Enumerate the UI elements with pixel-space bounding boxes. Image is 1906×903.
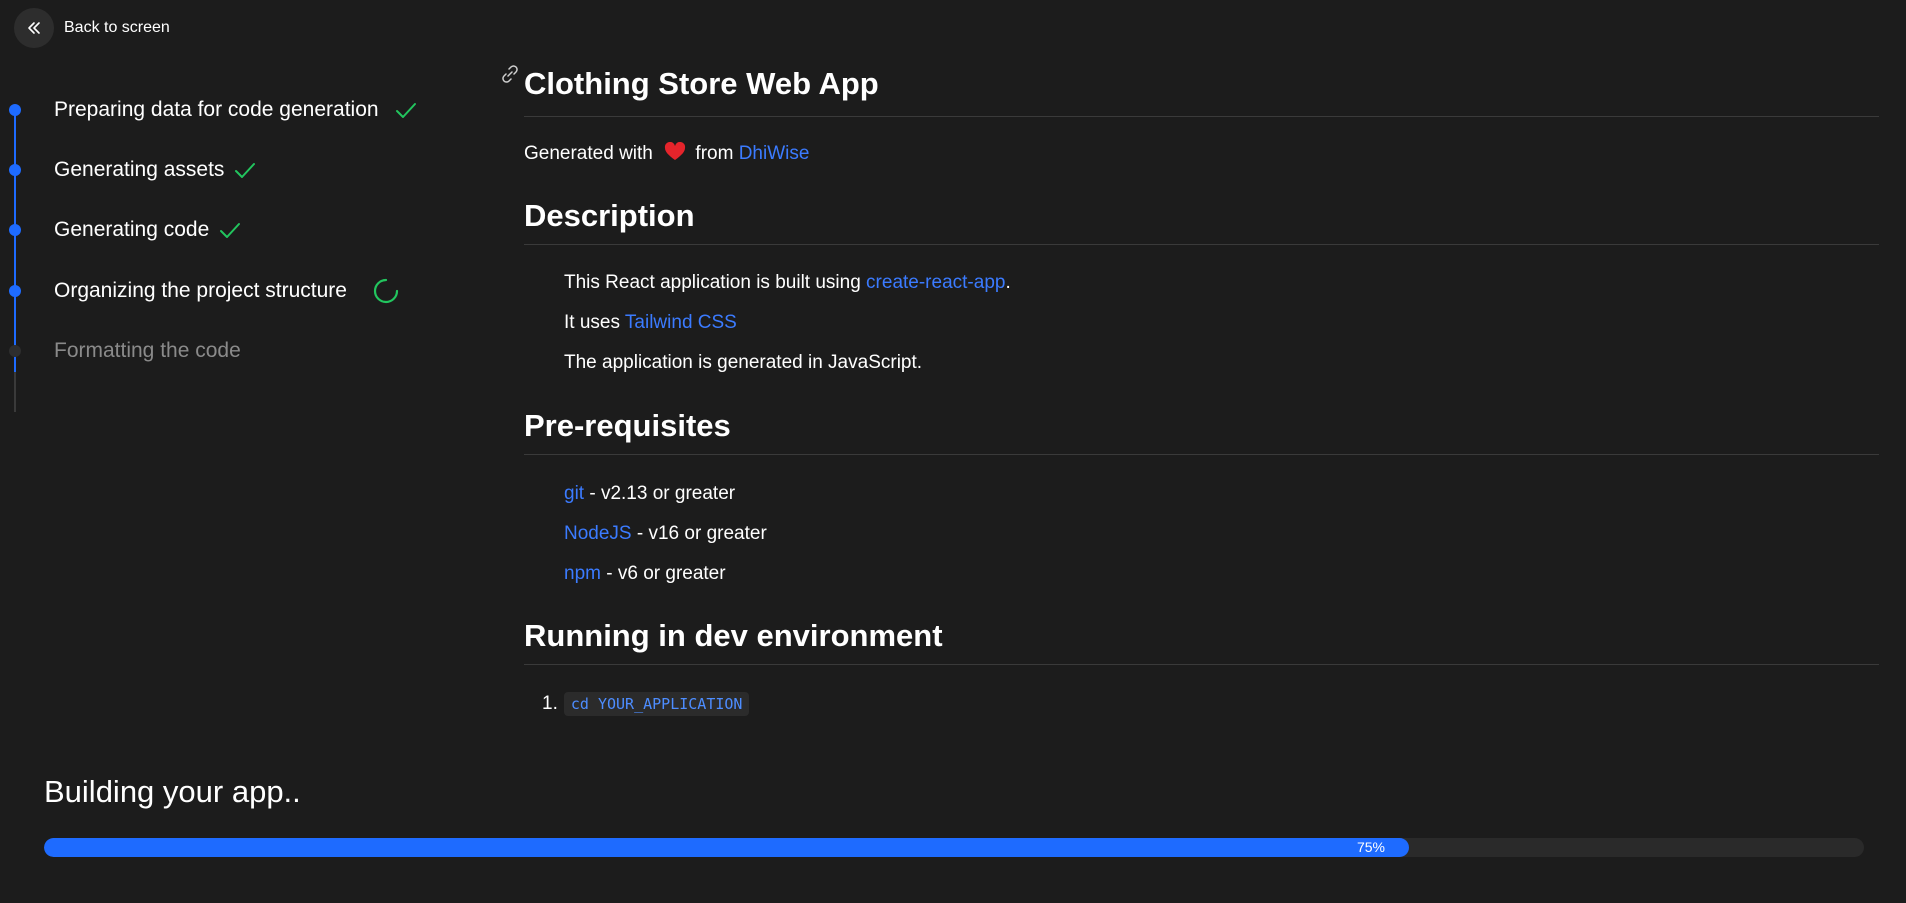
npm-link[interactable]: npm [564,563,601,584]
prereq-text: - v6 or greater [600,563,726,584]
back-label[interactable]: Back to screen [64,19,170,37]
desc-text: It uses [564,312,620,333]
dhiwise-link[interactable]: DhiWise [739,143,810,164]
generated-from: from [695,143,734,164]
link-icon[interactable] [500,64,520,84]
running-dev-heading: Running in dev environment [524,618,1879,665]
desc-text: This React application is built using [564,272,861,293]
step-dot [9,285,21,297]
check-icon [235,163,255,178]
check-icon [220,223,240,238]
heart-icon [665,141,686,160]
back-circle[interactable] [14,8,54,48]
steps-connector [14,110,16,372]
build-progress-bar: 75% [44,838,1864,857]
step-dot [9,345,21,357]
tailwind-css-link[interactable]: Tailwind CSS [625,312,737,333]
page: Back to screen Preparing data for code g… [0,0,1906,903]
progress-fill [44,838,1409,857]
steps-connector-pending [14,372,16,412]
prereq-npm: npm - v6 or greater [564,563,726,585]
back-to-screen-button[interactable]: Back to screen [14,8,170,48]
prereq-git: git - v2.13 or greater [564,483,735,505]
page-title: Clothing Store Web App [524,66,1879,117]
description-line-2: It uses Tailwind CSS [564,312,737,334]
prerequisites-heading: Pre-requisites [524,408,1879,455]
prereq-text: - v16 or greater [631,523,767,544]
desc-suffix: . [1005,272,1011,293]
step-label: Generating assets [54,158,225,181]
git-link[interactable]: git [564,483,584,504]
building-title: Building your app.. [44,774,301,809]
generated-prefix: Generated with [524,143,653,164]
generated-with-line: Generated with from DhiWise [524,141,810,165]
check-icon [396,103,416,118]
step-dot [9,164,21,176]
step-label: Formatting the code [54,339,241,362]
code-snippet[interactable]: cd YOUR_APPLICATION [563,692,750,716]
step-label: Generating code [54,218,210,241]
step-label: Preparing data for code generation [54,98,379,121]
prereq-text: - v2.13 or greater [584,483,736,504]
step-label: Organizing the project structure [54,279,347,302]
description-line-1: This React application is built using cr… [564,272,1011,294]
list-number: 1. [542,693,558,714]
nodejs-link[interactable]: NodeJS [564,523,632,544]
step-dot [9,224,21,236]
loading-spinner-icon [373,278,399,304]
create-react-app-link[interactable]: create-react-app [866,272,1005,293]
description-line-3: The application is generated in JavaScri… [564,352,923,373]
run-step-1: 1. cd YOUR_APPLICATION [542,692,750,716]
step-dot [9,104,21,116]
progress-percent: 75% [1356,839,1385,855]
description-heading: Description [524,198,1879,245]
double-chevron-left-icon [28,22,40,34]
prereq-nodejs: NodeJS - v16 or greater [564,523,767,545]
